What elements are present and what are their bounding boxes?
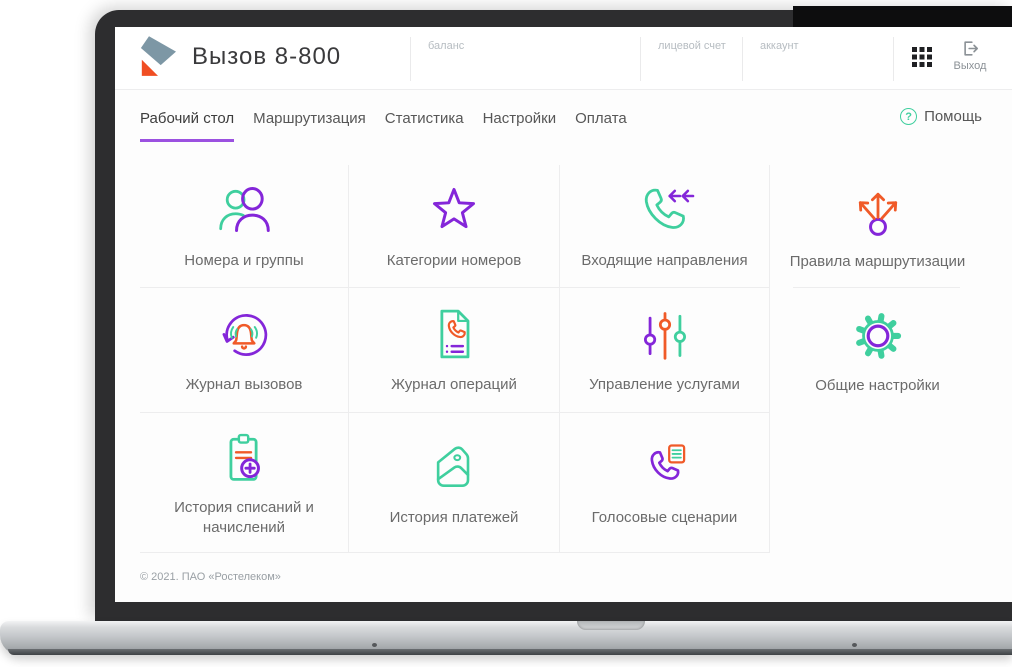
- tab-statistics[interactable]: Статистика: [385, 110, 464, 139]
- tile-label: Управление услугами: [589, 376, 740, 394]
- help-label: Помощь: [924, 108, 982, 125]
- tab-routing[interactable]: Маршрутизация: [253, 110, 366, 139]
- operations-document-icon: [422, 304, 486, 362]
- empty-grid-cell: [770, 413, 985, 553]
- tile-label: Номера и группы: [184, 252, 304, 270]
- tile-label: История списаний и начислений: [174, 498, 314, 536]
- laptop-base: [0, 621, 1012, 655]
- sliders-icon: [633, 304, 697, 362]
- personal-account-label: лицевой счет: [658, 40, 726, 52]
- tile-charges-history[interactable]: История списаний и начислений: [140, 413, 349, 553]
- laptop-base-edge: [8, 649, 1012, 655]
- voice-script-phone-icon: [633, 437, 697, 495]
- app-footer: © 2021. ПАО «Ростелеком»: [115, 571, 1012, 583]
- copyright: © 2021. ПАО «Ростелеком»: [140, 571, 281, 583]
- tile-payments-history[interactable]: История платежей: [349, 413, 560, 553]
- laptop-screw: [372, 643, 377, 647]
- tile-label: Правила маршрутизации: [789, 252, 966, 270]
- route-split-icon: [846, 181, 910, 239]
- gear-icon: [846, 305, 910, 363]
- header-divider: [640, 37, 641, 81]
- tile-number-categories[interactable]: Категории номеров: [349, 165, 560, 288]
- balance-label: баланс: [428, 40, 465, 52]
- tile-label: Журнал операций: [391, 376, 517, 394]
- app-window: Вызов 8-800 баланс лицевой счет аккаунт: [115, 27, 1012, 602]
- tile-incoming-directions[interactable]: Входящие направления: [560, 165, 770, 288]
- tile-label: Категории номеров: [386, 252, 522, 270]
- laptop-latch: [577, 621, 645, 630]
- incoming-call-icon: [633, 180, 697, 238]
- apps-grid-icon: [912, 47, 932, 67]
- tile-call-log[interactable]: Журнал вызовов: [140, 288, 349, 413]
- header-divider: [410, 37, 411, 81]
- logout-button[interactable]: Выход: [941, 40, 999, 72]
- bezel-top-right-strip: [793, 6, 1012, 28]
- call-log-bell-icon: [212, 304, 276, 362]
- header-divider: [893, 37, 894, 81]
- app-header: Вызов 8-800 баланс лицевой счет аккаунт: [115, 27, 1012, 90]
- laptop-mockup: Вызов 8-800 баланс лицевой счет аккаунт: [0, 0, 1012, 667]
- tile-general-settings[interactable]: Общие настройки: [770, 288, 985, 413]
- star-icon: [422, 180, 486, 238]
- header-divider: [742, 37, 743, 81]
- help-link[interactable]: ? Помощь: [900, 108, 982, 125]
- tile-label: Общие настройки: [815, 376, 940, 394]
- tile-label: История платежей: [389, 508, 519, 526]
- tab-dashboard[interactable]: Рабочий стол: [140, 110, 235, 142]
- laptop-screw: [852, 643, 857, 647]
- clipboard-plus-icon: [212, 427, 276, 485]
- apps-grid-button[interactable]: [912, 47, 932, 67]
- tile-label: Журнал вызовов: [185, 376, 303, 394]
- tile-numbers-and-groups[interactable]: Номера и группы: [140, 165, 349, 288]
- app-logo-icon: [140, 36, 176, 76]
- tile-label: Голосовые сценарии: [591, 508, 738, 526]
- main-nav: Рабочий стол Маршрутизация Статистика На…: [140, 90, 982, 165]
- wallet-icon: [422, 437, 486, 495]
- brand: Вызов 8-800: [140, 35, 341, 79]
- dashboard-grid: Номера и группы Категории номеров Входящ…: [140, 165, 985, 553]
- tile-operations-log[interactable]: Журнал операций: [349, 288, 560, 413]
- logout-label: Выход: [953, 60, 987, 72]
- question-circle-icon: ?: [900, 108, 918, 125]
- account-label: аккаунт: [760, 40, 799, 52]
- tab-settings[interactable]: Настройки: [483, 110, 557, 139]
- tile-service-management[interactable]: Управление услугами: [560, 288, 770, 413]
- tile-label: Входящие направления: [581, 252, 748, 270]
- users-icon: [212, 180, 276, 238]
- logout-icon: [963, 41, 978, 56]
- app-title: Вызов 8-800: [192, 43, 342, 70]
- tile-voice-scenarios[interactable]: Голосовые сценарии: [560, 413, 770, 553]
- tab-payment[interactable]: Оплата: [575, 110, 627, 139]
- tile-routing-rules[interactable]: Правила маршрутизации: [770, 165, 985, 288]
